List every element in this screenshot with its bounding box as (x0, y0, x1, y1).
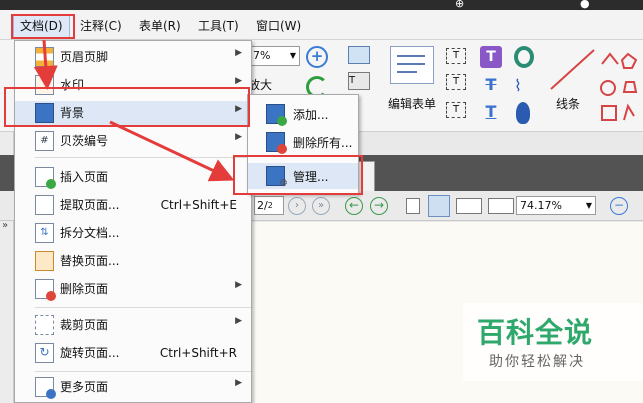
arrow-down (33, 39, 58, 90)
watermark-subtitle: 助你轻松解决 (489, 354, 585, 370)
arrow-to-manage (109, 120, 235, 182)
watermark-logo: 百科全说 助你轻松解决 (463, 303, 643, 381)
watermark-title: 百科全说 (477, 316, 594, 349)
